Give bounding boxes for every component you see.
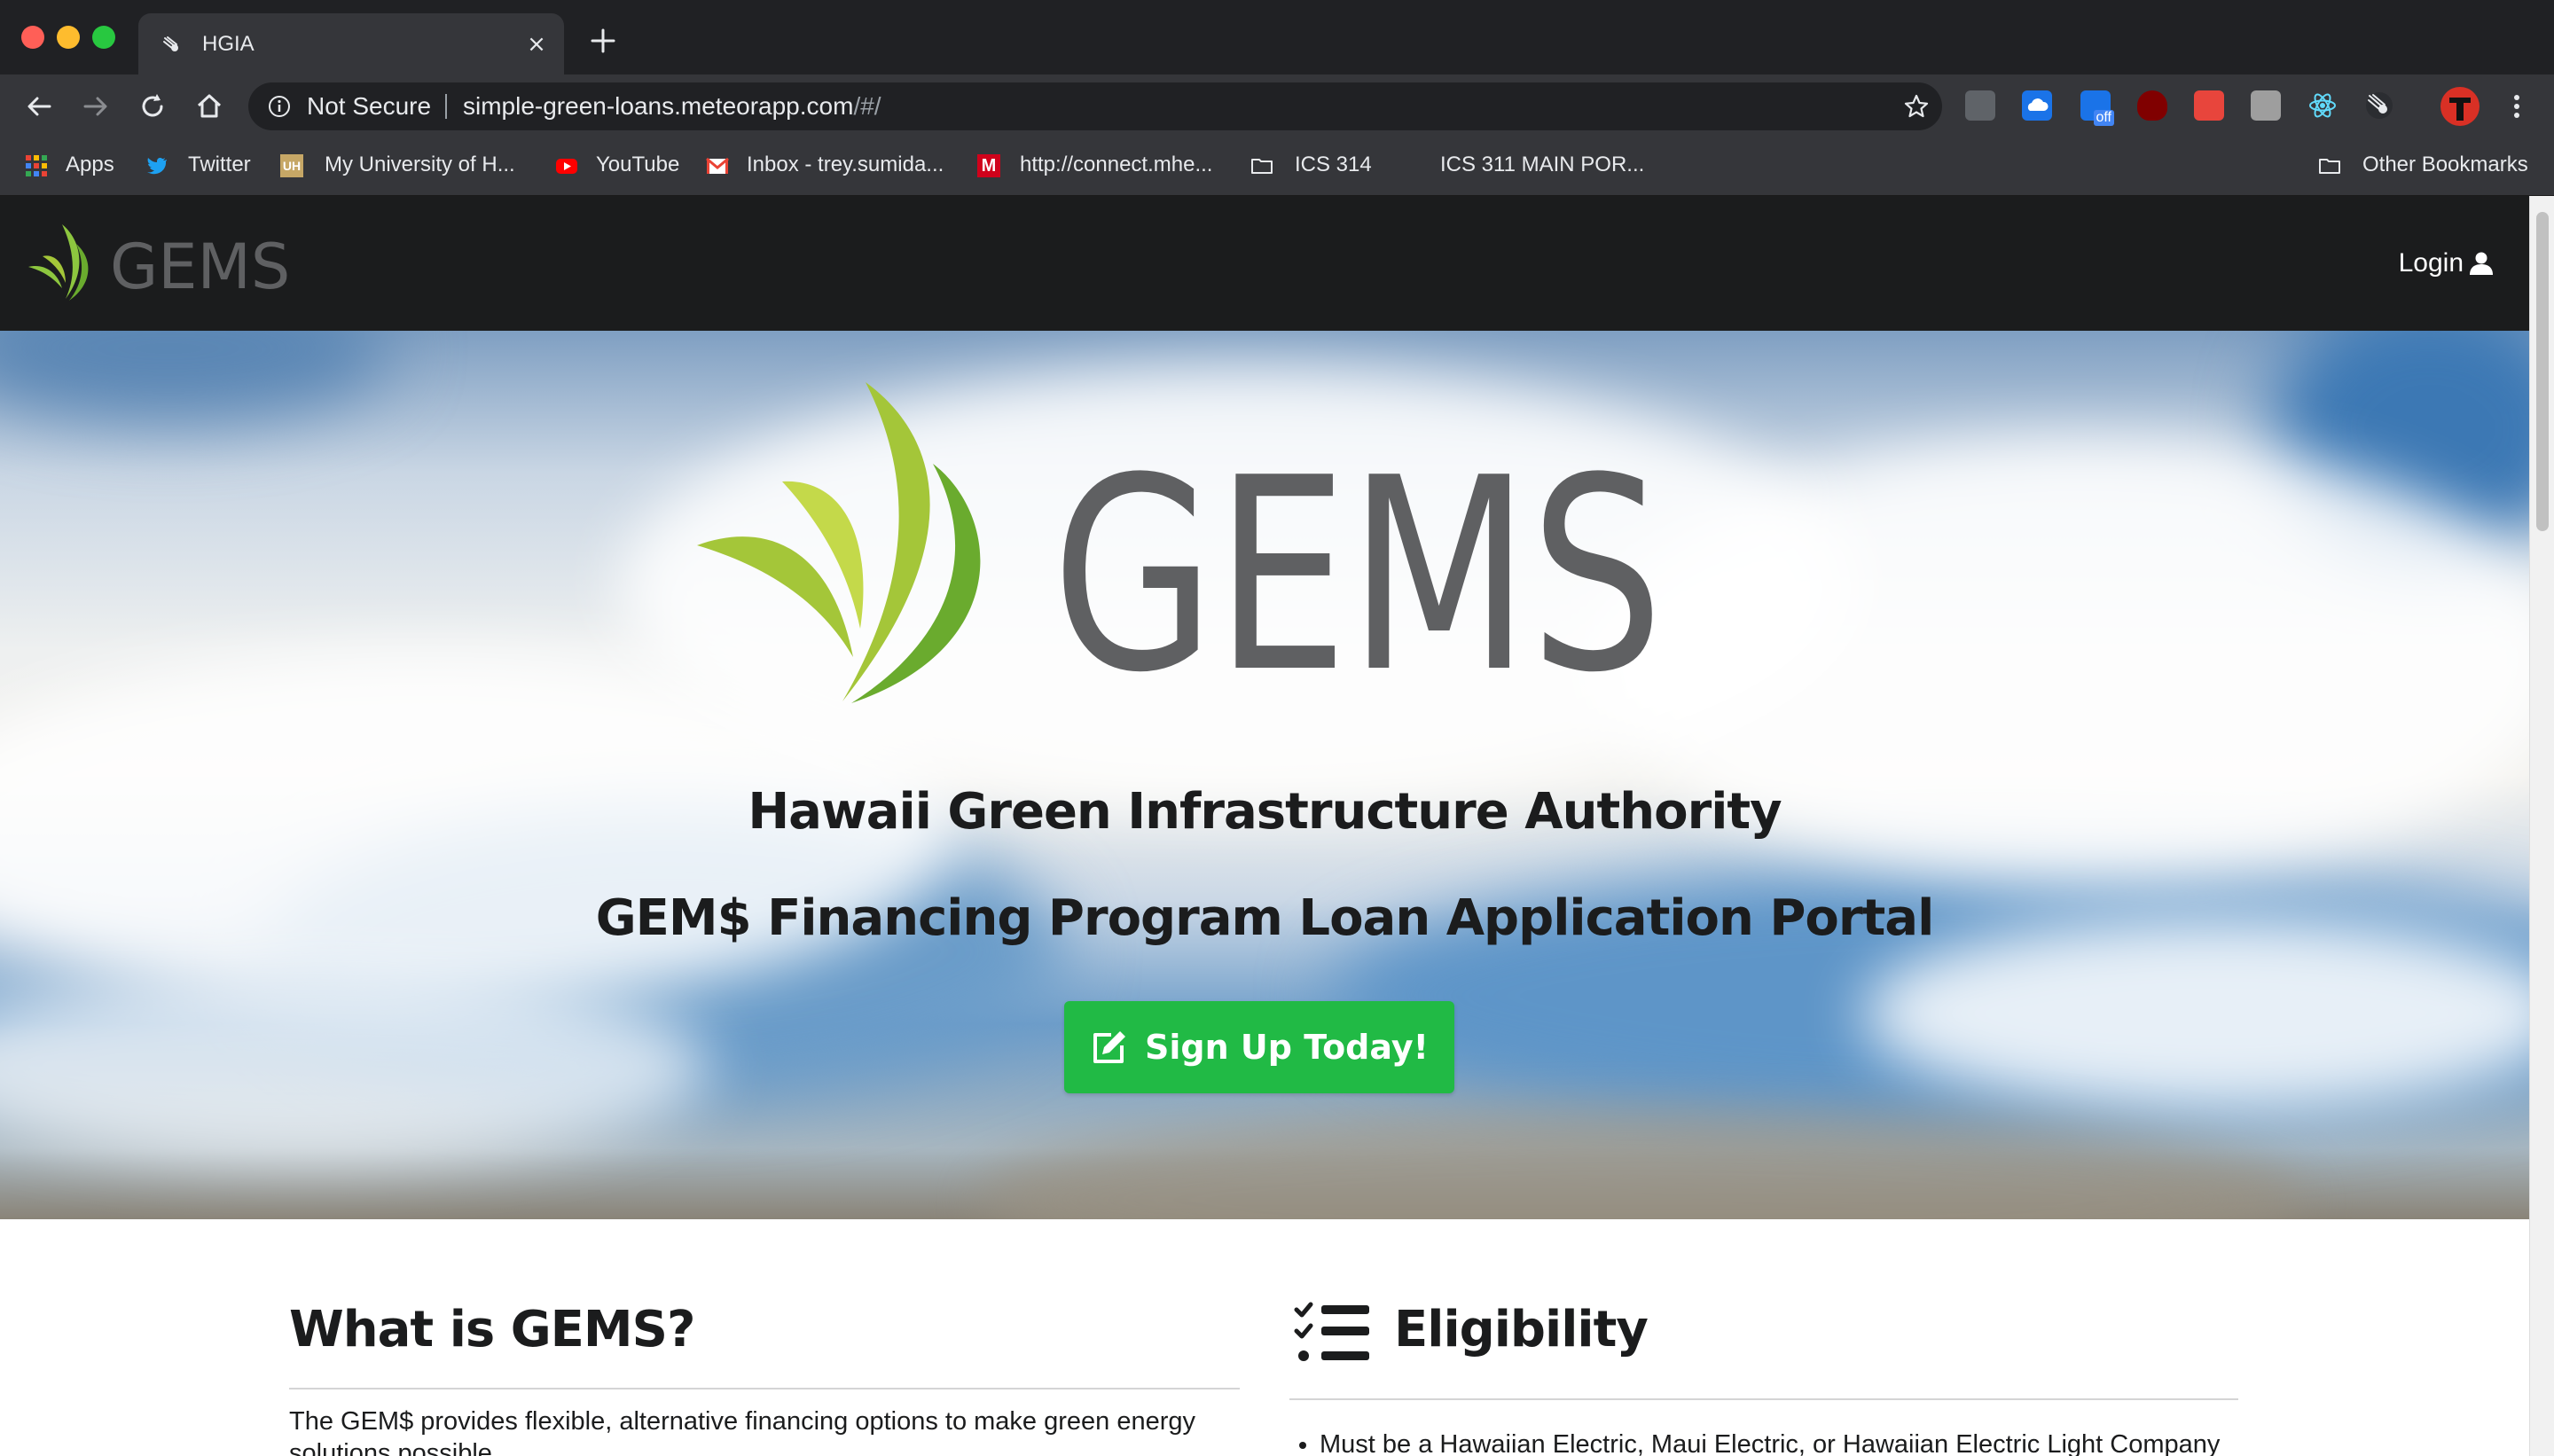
bookmark-label: Twitter <box>188 153 251 176</box>
reload-icon[interactable] <box>135 89 170 124</box>
user-icon <box>2470 252 2493 275</box>
youtube-icon <box>556 159 577 174</box>
meteor-devtools-icon[interactable] <box>2364 90 2394 121</box>
gmail-icon <box>706 157 729 174</box>
keyboard-extension-icon[interactable] <box>2251 90 2281 121</box>
browser-window: HGIA × Not Secure simple-green-loans.met… <box>0 0 2554 1456</box>
bookmark-label: YouTube <box>596 153 680 176</box>
address-bar[interactable]: Not Secure simple-green-loans.meteorapp.… <box>248 82 1942 130</box>
tab-title: HGIA <box>202 32 255 56</box>
extension-off-badge: off <box>2093 110 2114 126</box>
site-blocker-extension-icon[interactable]: off <box>2080 90 2114 126</box>
home-icon[interactable] <box>192 89 227 124</box>
sign-up-label: Sign Up Today! <box>1145 1028 1429 1067</box>
pdf-extension-icon[interactable] <box>2194 90 2224 121</box>
site-navbar: GEMS Login <box>0 196 2529 331</box>
apps-grid-icon <box>26 155 47 176</box>
edit-icon <box>1093 1031 1126 1063</box>
omnibox-divider <box>445 94 447 119</box>
profile-avatar[interactable] <box>2440 87 2480 126</box>
sign-up-button[interactable]: Sign Up Today! <box>1064 1001 1454 1093</box>
browser-toolbar: Not Secure simple-green-loans.meteorapp.… <box>0 74 2554 137</box>
bookmark-connect-mhe[interactable]: M http://connect.mhe... <box>977 137 1212 192</box>
tab-close-icon[interactable]: × <box>525 33 548 56</box>
new-tab-icon[interactable] <box>587 25 619 57</box>
close-window-button[interactable] <box>21 26 44 49</box>
what-is-gems-heading: What is GEMS? <box>289 1301 695 1358</box>
bookmark-apps[interactable]: Apps <box>25 137 114 192</box>
tab-strip: HGIA × <box>0 0 2554 74</box>
other-bookmarks[interactable]: Other Bookmarks <box>2318 137 2528 192</box>
section-divider <box>1289 1398 2238 1400</box>
hero-subtitle: GEM$ Financing Program Loan Application … <box>595 889 1935 947</box>
bookmark-label: Inbox - trey.sumida... <box>747 153 944 176</box>
login-label: Login <box>2398 248 2464 278</box>
hero-title: Hawaii Green Infrastructure Authority <box>748 783 1782 841</box>
bookmark-label: ICS 311 MAIN POR... <box>1440 153 1645 176</box>
bookmark-my-university[interactable]: UH My University of H... <box>280 137 515 192</box>
maximize-window-button[interactable] <box>92 26 115 49</box>
bookmark-label: Apps <box>66 153 114 176</box>
security-status[interactable]: Not Secure <box>307 82 431 130</box>
mountain-silhouette <box>975 1111 2306 1219</box>
uh-icon: UH <box>280 154 303 177</box>
bookmark-twitter[interactable]: Twitter <box>145 137 251 192</box>
url-path: /#/ <box>853 92 881 120</box>
back-icon[interactable] <box>21 89 57 124</box>
bookmark-label: http://connect.mhe... <box>1020 153 1213 176</box>
login-button[interactable]: Login <box>2399 196 2494 331</box>
meteor-favicon-icon <box>162 35 182 55</box>
gems-logo[interactable]: GEMS <box>25 221 309 306</box>
site-info-icon[interactable] <box>268 95 291 118</box>
bookmark-inbox[interactable]: Inbox - trey.sumida... <box>706 137 944 192</box>
folder-icon <box>2319 159 2340 174</box>
gems-hero-logo: GEMS <box>697 382 1664 708</box>
bookmark-label: My University of H... <box>325 153 515 176</box>
sky-patch <box>0 331 390 419</box>
eligibility-list: Must be a Hawaiian Electric, Maui Electr… <box>1320 1429 2242 1456</box>
bookmark-youtube[interactable]: YouTube <box>555 137 679 192</box>
info-section: What is GEMS? The GEM$ provides flexible… <box>0 1219 2529 1456</box>
bookmark-ics-314[interactable]: ICS 314 <box>1250 137 1372 192</box>
cloud-extension-icon[interactable] <box>2022 90 2052 121</box>
twitter-icon <box>147 158 167 175</box>
hero-banner: GEMS Hawaii Green Infrastructure Authori… <box>0 331 2529 1219</box>
bookmark-ics-311[interactable]: ICS 311 MAIN POR... <box>1440 137 1644 192</box>
bookmark-star-icon[interactable] <box>1903 93 1930 120</box>
tasks-list-icon <box>1294 1302 1369 1361</box>
bookmarks-bar: Apps Twitter UH My University of H... Yo… <box>0 137 2554 196</box>
page-viewport: GEMS Login GEMS Hawaii Green Infrastruct… <box>0 196 2529 1456</box>
url-host: simple-green-loans.meteorapp.com <box>463 92 854 120</box>
eligibility-heading: Eligibility <box>1394 1301 1649 1358</box>
forward-icon[interactable] <box>78 89 114 124</box>
what-is-gems-text: The GEM$ provides flexible, alternative … <box>289 1407 1196 1456</box>
page-scrollbar[interactable] <box>2529 196 2554 1456</box>
gems-wordmark: GEMS <box>110 231 290 303</box>
minimize-window-button[interactable] <box>57 26 80 49</box>
browser-tab[interactable]: HGIA × <box>138 13 564 74</box>
gems-hero-wordmark: GEMS <box>1052 421 1664 708</box>
mcgraw-hill-icon: M <box>977 154 1000 177</box>
react-devtools-icon[interactable] <box>2307 90 2338 121</box>
eligibility-item: Must be a Hawaiian Electric, Maui Electr… <box>1320 1429 2242 1456</box>
browser-menu-icon[interactable] <box>2506 90 2527 122</box>
css-viewer-extension-icon[interactable] <box>1965 90 1995 121</box>
ublock-origin-icon[interactable] <box>2137 90 2167 121</box>
folder-icon <box>1251 159 1273 174</box>
url-text[interactable]: simple-green-loans.meteorapp.com/#/ <box>463 82 881 130</box>
scrollbar-thumb[interactable] <box>2536 212 2549 531</box>
other-bookmarks-label: Other Bookmarks <box>2362 153 2528 176</box>
bookmark-label: ICS 314 <box>1295 153 1372 176</box>
section-divider <box>289 1388 1240 1389</box>
